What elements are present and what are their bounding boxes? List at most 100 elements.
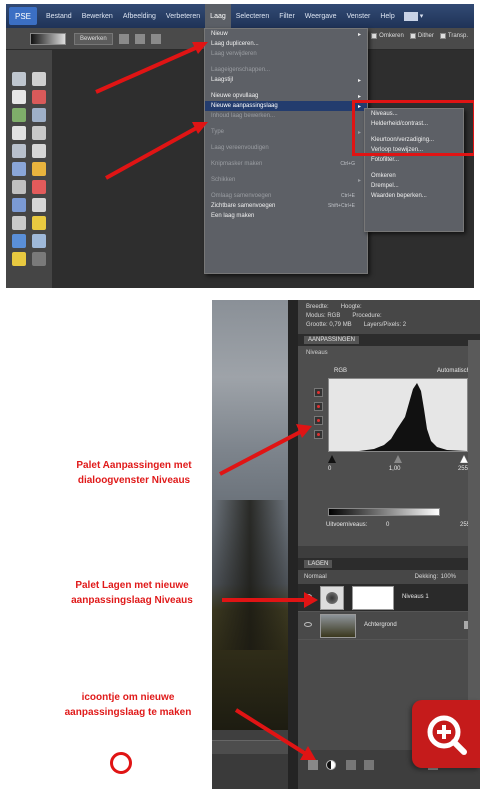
menu-afbeelding[interactable]: Afbeelding: [118, 4, 161, 28]
input-gamma-value[interactable]: 1,00: [389, 466, 401, 472]
workspace-icon[interactable]: [403, 11, 418, 21]
arrow-to-adjustment-item: [105, 122, 208, 180]
layer-menu-item[interactable]: Knipmasker maken Ctrl+G: [205, 159, 367, 169]
tool-icon[interactable]: [32, 216, 46, 230]
input-white-value[interactable]: 255: [458, 466, 468, 472]
tool-icon[interactable]: [12, 198, 26, 212]
menu-item-label: Een laag maken: [211, 213, 255, 219]
layer-menu-item[interactable]: Nieuwe opvullaag ▸: [205, 91, 367, 101]
blend-mode-select[interactable]: Normaal: [304, 574, 327, 580]
layer-menu-item[interactable]: Zichtbare samenvoegen Shift+Ctrl+E: [205, 201, 367, 211]
menu-weergave[interactable]: Weergave: [300, 4, 342, 28]
submenu-item[interactable]: Fotofilter...: [365, 155, 463, 165]
tool-icon[interactable]: [12, 216, 26, 230]
photo-thumbnail[interactable]: [320, 614, 356, 638]
menu-item-label: Laageigenschappen...: [211, 67, 271, 73]
output-black-value[interactable]: 0: [386, 522, 389, 528]
info-row: Breedte: Hoogte:: [306, 304, 480, 313]
tool-icon[interactable]: [12, 108, 26, 122]
layer-menu-item[interactable]: Nieuw ▸: [205, 29, 367, 39]
tool-icon[interactable]: [32, 144, 46, 158]
tool-icon[interactable]: [12, 180, 26, 194]
checkbox-icon[interactable]: [439, 33, 446, 39]
callout-line: dialoogvenster Niveaus: [77, 475, 191, 486]
link-icon[interactable]: [346, 760, 356, 770]
submenu-item[interactable]: Omkeren: [365, 171, 463, 181]
option-checkbox[interactable]: Transp.: [439, 33, 468, 39]
info-text: Modus: RGB: [306, 313, 341, 319]
layer-menu-item[interactable]: Een laag maken: [205, 211, 367, 221]
menu-venster[interactable]: Venster: [342, 4, 376, 28]
menu-item-label: Nieuwe opvullaag: [211, 93, 259, 99]
option-checkbox[interactable]: Omkeren: [371, 33, 404, 39]
submenu-arrow-icon: ▸: [357, 31, 361, 38]
adjustments-footer: [298, 546, 480, 558]
auto-button[interactable]: Automatisch: [437, 368, 470, 374]
menu-help[interactable]: Help: [375, 4, 399, 28]
tool-icon[interactable]: [12, 234, 26, 248]
tool-icon[interactable]: [32, 126, 46, 140]
gradient-swatch[interactable]: [30, 32, 66, 45]
tool-icon[interactable]: [32, 162, 46, 176]
tool-icon[interactable]: [32, 108, 46, 122]
opacity-value[interactable]: 100%: [441, 574, 456, 580]
submenu-item[interactable]: Drempel...: [365, 181, 463, 191]
submenu-item[interactable]: Waarden beperken...: [365, 191, 463, 201]
layer-row-background[interactable]: Achtergrond: [298, 612, 480, 640]
lock-icon[interactable]: [364, 760, 374, 770]
layer-mask-thumbnail[interactable]: [352, 586, 394, 610]
input-level-sliders[interactable]: [328, 455, 468, 463]
tool-icon[interactable]: [12, 90, 26, 104]
zoom-in-button[interactable]: [412, 700, 480, 768]
info-text: Grootte: 0,79 MB: [306, 322, 352, 328]
eye-icon[interactable]: [304, 622, 312, 627]
new-adjustment-layer-icon[interactable]: [326, 760, 336, 770]
menu-bar: PSE Bestand Bewerken Afbeelding Verbeteren L…: [6, 4, 474, 28]
layer-menu-item[interactable]: Laag vereenvoudigen: [205, 143, 367, 153]
channel-select[interactable]: RGB: [334, 368, 347, 374]
checkbox-icon[interactable]: [371, 33, 378, 39]
tool-icon[interactable]: [32, 198, 46, 212]
menu-bewerken[interactable]: Bewerken: [77, 4, 118, 28]
input-black-value[interactable]: 0: [328, 466, 331, 472]
arrow-to-adjustments: [219, 424, 312, 476]
adjustment-thumbnail[interactable]: [320, 586, 344, 610]
submenu-arrow-icon: ▸: [357, 77, 361, 84]
option-checkbox[interactable]: Dither: [409, 33, 434, 39]
layer-menu-item[interactable]: Laag dupliceren...: [205, 39, 367, 49]
layer-menu-item[interactable]: Nieuwe aanpassingslaag ▸: [205, 101, 367, 111]
panel-scrollbar[interactable]: [468, 340, 480, 760]
layer-menu-item[interactable]: Inhoud laag bewerken...: [205, 111, 367, 121]
layer-menu-item[interactable]: Laagstijl ▸: [205, 75, 367, 85]
black-eyedropper-icon[interactable]: [314, 388, 323, 397]
tool-icon[interactable]: [32, 234, 46, 248]
layer-menu-item[interactable]: Laageigenschappen...: [205, 65, 367, 75]
tool-icon[interactable]: [12, 252, 26, 266]
menu-laag[interactable]: Laag: [205, 4, 231, 28]
tool-icon[interactable]: [12, 72, 26, 86]
layer-menu-item[interactable]: Laag verwijderen: [205, 49, 367, 59]
menu-selecteren[interactable]: Selecteren: [231, 4, 274, 28]
menu-item-label: Inhoud laag bewerken...: [211, 113, 276, 119]
tool-icon[interactable]: [12, 144, 26, 158]
menu-bestand[interactable]: Bestand: [41, 4, 77, 28]
tool-icon[interactable]: [32, 180, 46, 194]
menu-verbeteren[interactable]: Verbeteren: [161, 4, 205, 28]
gray-eyedropper-icon[interactable]: [314, 402, 323, 411]
layer-menu-item[interactable]: Omlaag samenvoegen Ctrl+E: [205, 191, 367, 201]
tool-icon[interactable]: [12, 126, 26, 140]
menu-filter[interactable]: Filter: [274, 4, 300, 28]
tool-icon[interactable]: [12, 162, 26, 176]
output-values: 0 255: [386, 522, 470, 528]
tool-icon[interactable]: [32, 90, 46, 104]
layer-menu-item[interactable]: Type ▸: [205, 127, 367, 137]
layer-row-levels[interactable]: Niveaus 1: [298, 584, 480, 612]
output-gradient[interactable]: [328, 508, 440, 516]
tool-icon[interactable]: [32, 72, 46, 86]
tab-layers[interactable]: LAGEN: [304, 560, 333, 568]
layer-menu-item[interactable]: Schikken ▸: [205, 175, 367, 185]
tab-adjustments[interactable]: AANPASSINGEN: [304, 336, 359, 344]
tool-icon[interactable]: [32, 252, 46, 266]
checkbox-icon[interactable]: [409, 33, 416, 39]
adjustments-tab-bar: AANPASSINGEN: [298, 334, 480, 346]
